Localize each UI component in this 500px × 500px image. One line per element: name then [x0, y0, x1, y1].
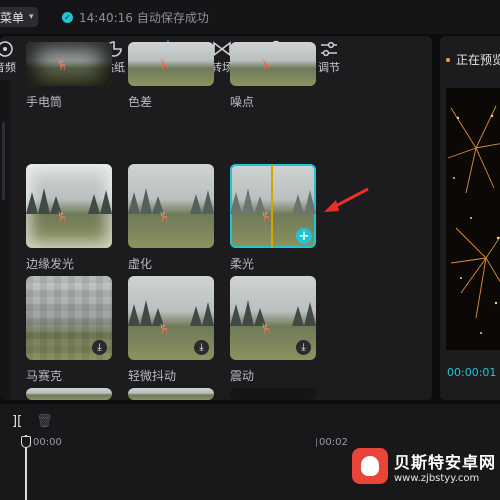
- deer-image: 🦌: [260, 60, 273, 71]
- download-icon[interactable]: ⤓: [92, 340, 107, 355]
- ruler-tick: [316, 438, 317, 447]
- timeline-toolbar: ][ 🗑: [12, 414, 53, 429]
- effect-thumbnail: 🦌 ⤓: [128, 276, 214, 360]
- deer-image: 🦌: [158, 324, 171, 335]
- effect-thumbnail: 🦌: [26, 42, 112, 86]
- chevron-down-icon: ▾: [29, 12, 34, 22]
- effect-thumbnail: [230, 388, 316, 400]
- forest-image: [128, 188, 214, 214]
- deer-image: 🦌: [158, 212, 171, 223]
- effect-thumbnail: 🦌: [128, 164, 214, 248]
- watermark-logo-icon: [352, 448, 388, 484]
- preview-video[interactable]: [446, 88, 500, 350]
- preview-split-line: [271, 164, 274, 248]
- tab-audio[interactable]: 音频: [0, 38, 28, 80]
- menu-label: 菜单: [0, 10, 25, 25]
- status-dot: [446, 57, 450, 62]
- watermark-url: www.zjbstyy.com: [394, 472, 480, 484]
- effect-card-noise[interactable]: 🦌 噪点: [230, 42, 316, 110]
- forest-image: [26, 188, 112, 214]
- adjust-icon: [321, 41, 337, 57]
- transition-icon: [213, 41, 231, 57]
- effect-card-vibrate[interactable]: 🦌 ⤓ 震动: [230, 276, 316, 384]
- player-panel: 正在预览 00:00:01: [440, 36, 500, 400]
- effect-label: 噪点: [230, 95, 255, 109]
- menu-button[interactable]: 菜单 ▾: [0, 7, 38, 27]
- effect-thumbnail: 🦌 ⤓: [230, 276, 316, 360]
- deer-image: 🦌: [158, 60, 171, 71]
- fireworks-image: [447, 105, 500, 334]
- deer-image: 🦌: [56, 60, 69, 71]
- effect-card[interactable]: [128, 388, 214, 400]
- effect-card-mosaic[interactable]: ⤓ 马赛克: [26, 276, 112, 384]
- effect-card-slight-shake[interactable]: 🦌 ⤓ 轻微抖动: [128, 276, 214, 384]
- download-icon[interactable]: ⤓: [296, 340, 311, 355]
- audio-icon: [0, 41, 13, 57]
- watermark-text: 贝斯特安卓网 www.zjbstyy.com: [394, 449, 496, 484]
- playhead-handle[interactable]: [21, 436, 31, 448]
- category-sidebar: [0, 80, 10, 400]
- effect-label: 马赛克: [26, 369, 63, 383]
- preview-title-text: 正在预览: [456, 53, 500, 67]
- split-icon[interactable]: ][: [12, 414, 22, 429]
- deer-image: 🦌: [56, 212, 69, 223]
- watermark-name: 贝斯特安卓网: [394, 452, 497, 472]
- delete-icon[interactable]: 🗑: [36, 414, 53, 429]
- effect-card[interactable]: [26, 388, 112, 400]
- effect-thumbnail: [26, 388, 112, 400]
- effect-label: 边缘发光: [26, 257, 75, 271]
- effect-label: 手电筒: [26, 95, 63, 109]
- save-time: 14:40:16: [79, 10, 133, 25]
- red-arrow-icon: [324, 187, 369, 212]
- preview-title: 正在预览: [446, 51, 500, 68]
- check-circle-icon: ✓: [62, 12, 73, 23]
- preview-timecode: 00:00:01: [447, 366, 497, 379]
- effect-card[interactable]: [230, 388, 316, 400]
- effect-card-edge-glow[interactable]: 🦌 边缘发光: [26, 164, 112, 272]
- effect-label: 轻微抖动: [128, 369, 177, 383]
- autosave-status: ✓ 14:40:16 自动保存成功: [62, 9, 209, 26]
- tab-label: 音频: [0, 61, 16, 74]
- save-text: 自动保存成功: [136, 11, 209, 25]
- effect-label: 色差: [128, 95, 153, 109]
- effect-label: 震动: [230, 369, 255, 383]
- effect-label: 虚化: [128, 257, 153, 271]
- effect-thumbnail: [128, 388, 214, 400]
- effect-thumbnail: 🦌: [230, 42, 316, 86]
- effect-card-flashlight[interactable]: 🦌 手电筒: [26, 42, 112, 110]
- ruler-label: 00:02: [319, 437, 348, 448]
- deer-image: 🦌: [260, 324, 273, 335]
- tab-label: 调节: [318, 61, 340, 74]
- effect-card-soft-light[interactable]: 🦌 + 柔光: [230, 164, 316, 272]
- top-bar: 菜单 ▾ ✓ 14:40:16 自动保存成功: [0, 0, 500, 34]
- effect-thumbnail: ⤓: [26, 276, 112, 360]
- materials-panel: 音频 TI 文本 贴纸 特效 转场: [0, 36, 432, 400]
- sidebar-scrollbar[interactable]: [2, 122, 5, 200]
- effect-thumbnail: 🦌 +: [230, 164, 316, 248]
- site-watermark: 贝斯特安卓网 www.zjbstyy.com: [352, 448, 496, 484]
- download-icon[interactable]: ⤓: [194, 340, 209, 355]
- add-effect-button[interactable]: +: [296, 228, 312, 244]
- effect-card-chromatic[interactable]: 🦌 色差: [128, 42, 214, 110]
- forest-image: [128, 300, 214, 326]
- ruler-label: 00:00: [33, 437, 62, 448]
- effect-label: 柔光: [230, 257, 255, 271]
- forest-image: [230, 300, 316, 326]
- effect-thumbnail: 🦌: [26, 164, 112, 248]
- effect-card-blur[interactable]: 🦌 虚化: [128, 164, 214, 272]
- effect-thumbnail: 🦌: [128, 42, 214, 86]
